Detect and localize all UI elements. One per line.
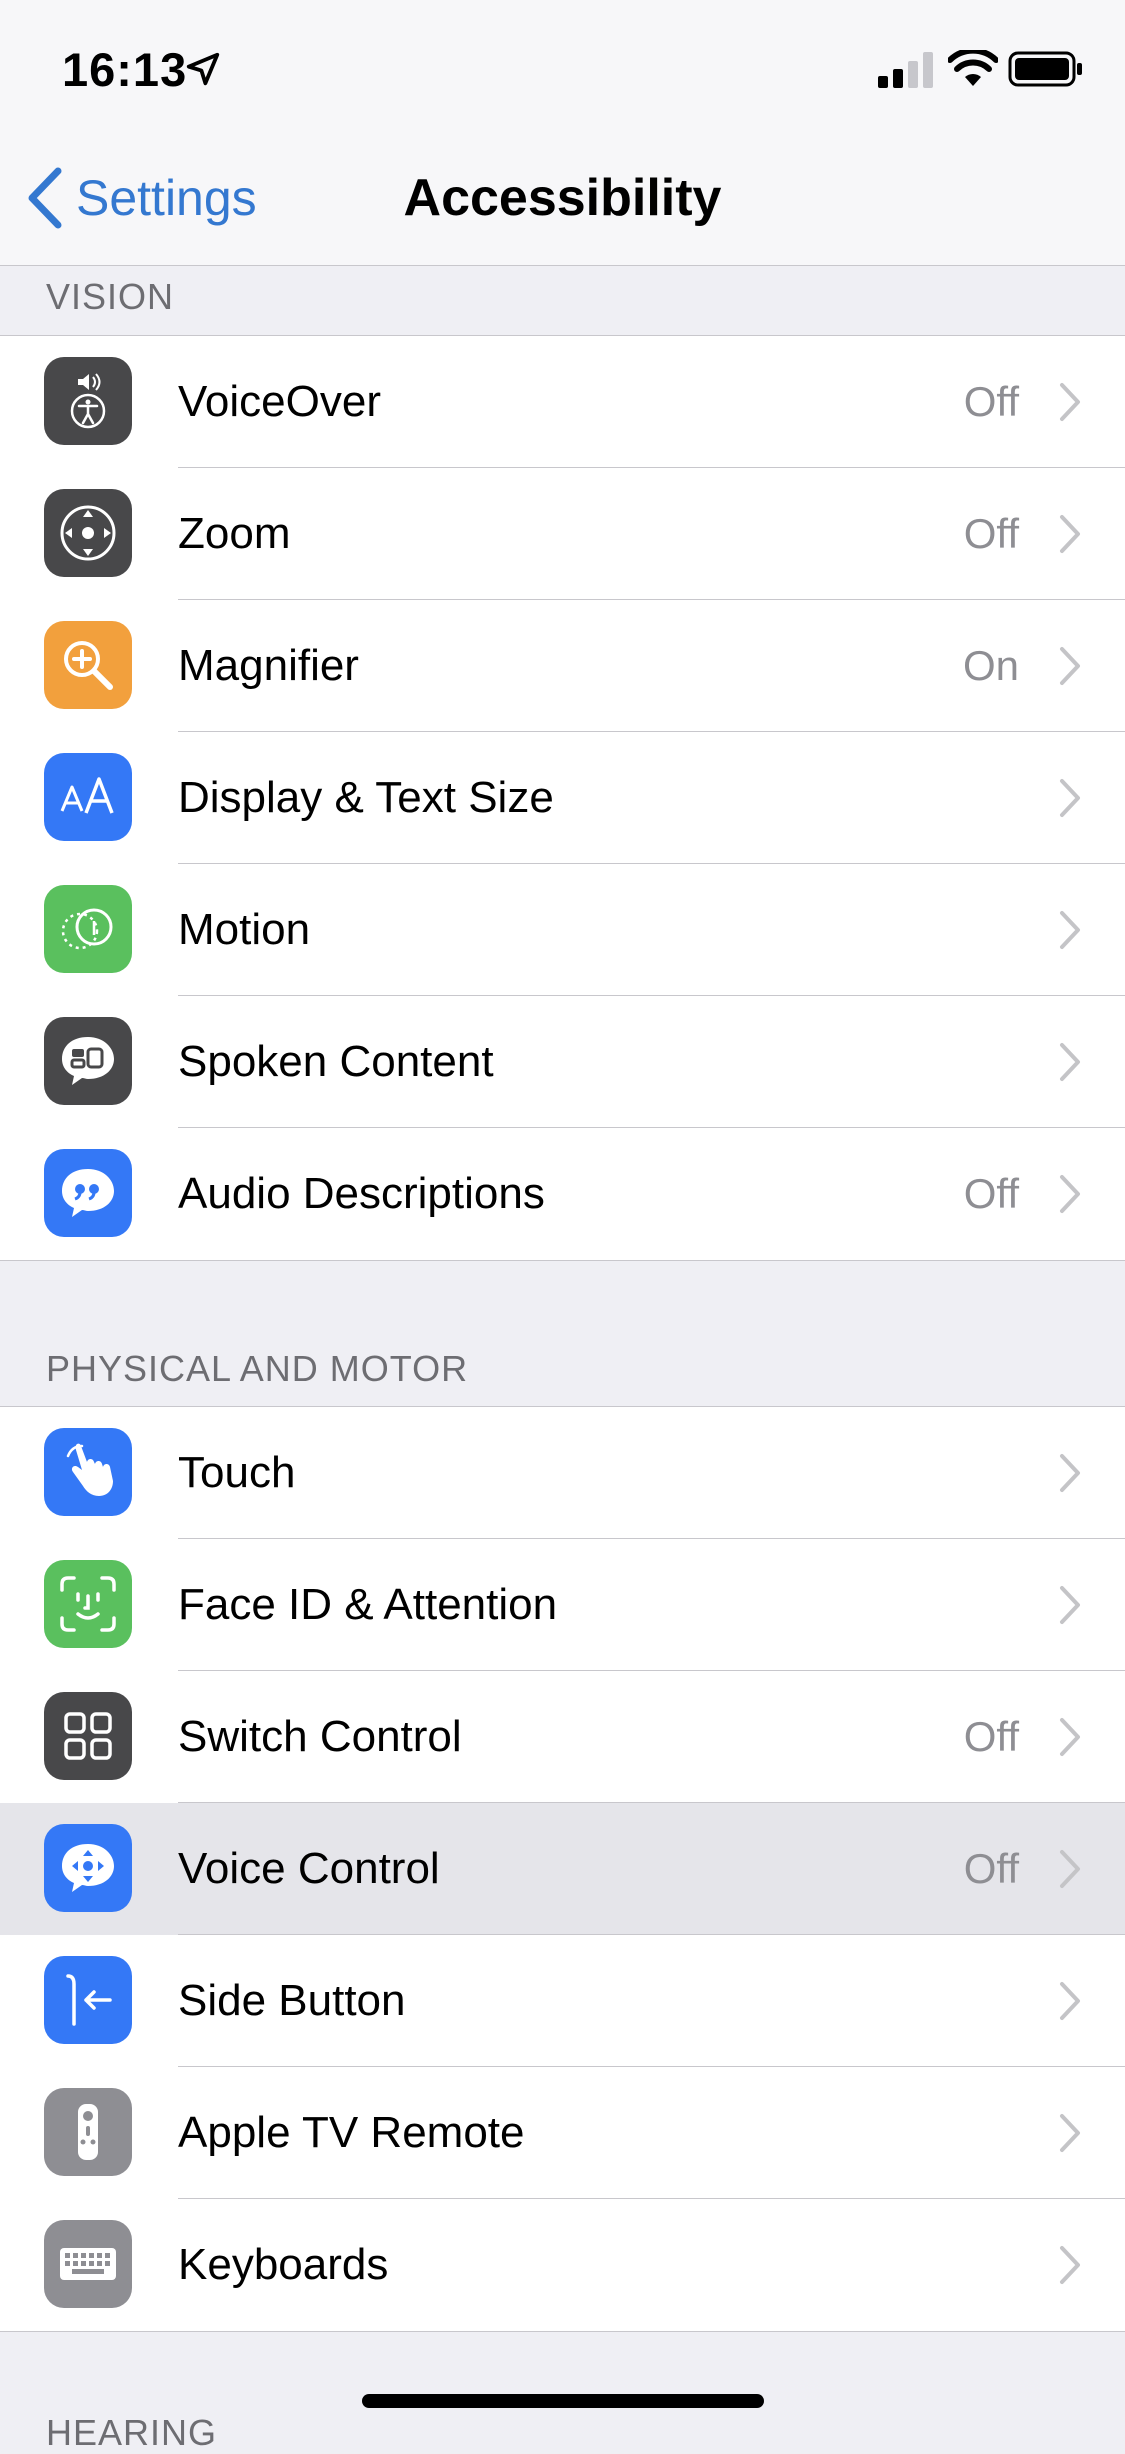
row-label: Zoom <box>178 509 291 558</box>
row-label: Motion <box>178 905 311 954</box>
row-apple-tv-remote[interactable]: Apple TV Remote <box>0 2067 1125 2199</box>
section-header-hearing: HEARING <box>46 2412 218 2453</box>
chevron-right-icon <box>1060 1043 1080 1081</box>
row-magnifier[interactable]: Magnifier On <box>0 600 1125 732</box>
chevron-right-icon <box>1060 1586 1080 1624</box>
page-title: Accessibility <box>403 169 722 227</box>
touch-icon <box>44 1428 132 1516</box>
motion-icon <box>44 885 132 973</box>
spoken-content-icon <box>44 1017 132 1105</box>
row-face-id-attention[interactable]: Face ID & Attention <box>0 1539 1125 1671</box>
battery-icon <box>1008 51 1082 87</box>
row-label: Voice Control <box>178 1844 440 1893</box>
row-motion[interactable]: Motion <box>0 864 1125 996</box>
status-time: 16:13 <box>62 43 188 96</box>
chevron-right-icon <box>1060 1982 1080 2020</box>
audio-descriptions-icon <box>44 1149 132 1237</box>
location-arrow-icon <box>186 52 220 86</box>
chevron-right-icon <box>1060 2246 1080 2284</box>
row-value: Off <box>963 1845 1019 1892</box>
keyboard-icon <box>44 2220 132 2308</box>
chevron-right-icon <box>1060 383 1080 421</box>
chevron-right-icon <box>1060 515 1080 553</box>
vision-group: VoiceOver Off Zoom Off Magnifier On Disp… <box>0 335 1125 1261</box>
face-id-icon <box>44 1560 132 1648</box>
row-display-text-size[interactable]: Display & Text Size <box>0 732 1125 864</box>
row-voiceover[interactable]: VoiceOver Off <box>0 336 1125 468</box>
row-label: Spoken Content <box>178 1037 494 1086</box>
chevron-right-icon <box>1060 1850 1080 1888</box>
row-label: Face ID & Attention <box>178 1580 558 1629</box>
row-side-button[interactable]: Side Button <box>0 1935 1125 2067</box>
row-label: Keyboards <box>178 2240 389 2289</box>
row-value: Off <box>963 378 1019 425</box>
text-size-icon <box>44 753 132 841</box>
chevron-right-icon <box>1060 911 1080 949</box>
row-label: Apple TV Remote <box>178 2108 525 2157</box>
row-touch[interactable]: Touch <box>0 1407 1125 1539</box>
row-label: Side Button <box>178 1976 406 2025</box>
row-spoken-content[interactable]: Spoken Content <box>0 996 1125 1128</box>
chevron-right-icon <box>1060 1718 1080 1756</box>
row-label: Display & Text Size <box>178 773 554 822</box>
voice-control-icon <box>44 1824 132 1912</box>
chevron-right-icon <box>1060 1454 1080 1492</box>
chevron-right-icon <box>1060 647 1080 685</box>
row-label: VoiceOver <box>178 377 381 426</box>
row-label: Switch Control <box>178 1712 462 1761</box>
row-switch-control[interactable]: Switch Control Off <box>0 1671 1125 1803</box>
row-label: Magnifier <box>178 641 359 690</box>
magnifier-icon <box>44 621 132 709</box>
zoom-icon <box>44 489 132 577</box>
row-label: Audio Descriptions <box>178 1169 545 1218</box>
row-audio-descriptions[interactable]: Audio Descriptions Off <box>0 1128 1125 1260</box>
row-value: Off <box>963 1170 1019 1217</box>
row-value: Off <box>963 510 1019 557</box>
chevron-right-icon <box>1060 779 1080 817</box>
wifi-icon <box>948 50 998 86</box>
physical-motor-group: Touch Face ID & Attention Switch Control… <box>0 1406 1125 2332</box>
home-indicator[interactable] <box>362 2394 764 2408</box>
row-label: Touch <box>178 1448 296 1497</box>
apple-tv-remote-icon <box>44 2088 132 2176</box>
row-zoom[interactable]: Zoom Off <box>0 468 1125 600</box>
row-value: On <box>962 642 1019 689</box>
section-header-vision: VISION <box>46 276 175 317</box>
cellular-signal-icon <box>878 52 933 88</box>
voiceover-icon <box>44 357 132 445</box>
section-header-physical-motor: PHYSICAL AND MOTOR <box>46 1348 469 1389</box>
navigation-bar: 16:13 Settings Accessibility <box>0 0 1125 266</box>
row-keyboards[interactable]: Keyboards <box>0 2199 1125 2331</box>
row-voice-control[interactable]: Voice Control Off <box>0 1803 1125 1935</box>
side-button-icon <box>44 1956 132 2044</box>
row-value: Off <box>963 1713 1019 1760</box>
switch-control-icon <box>44 1692 132 1780</box>
chevron-right-icon <box>1060 2114 1080 2152</box>
chevron-right-icon <box>1060 1175 1080 1213</box>
